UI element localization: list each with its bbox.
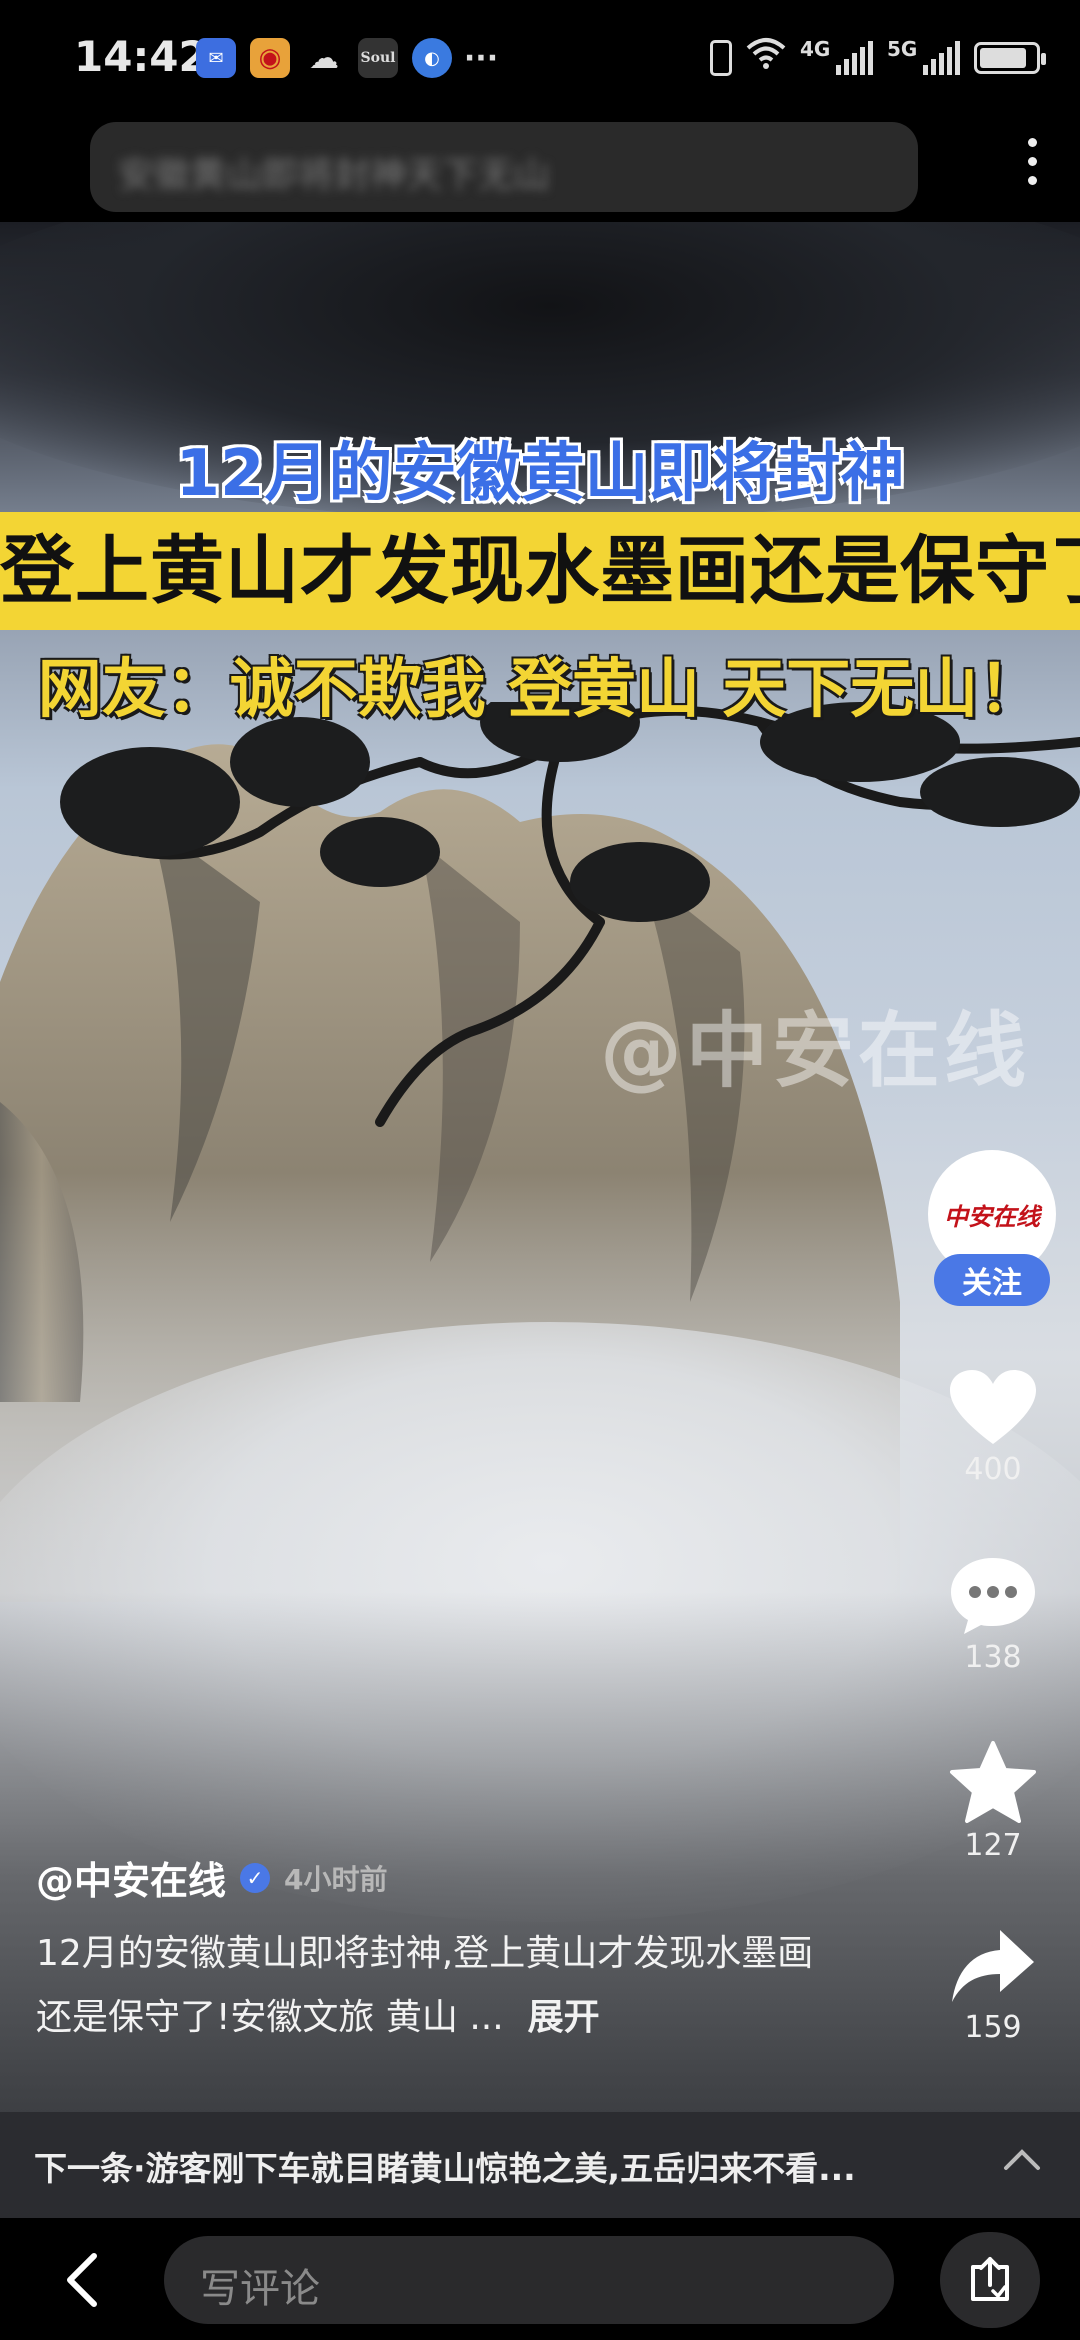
weibo-icon: ◉ <box>250 38 290 78</box>
more-notifications-icon: ··· <box>463 40 499 76</box>
share-out-button[interactable] <box>940 2232 1040 2328</box>
caption-line-2: 登上黄山才发现水墨画还是保守了 <box>0 512 1080 630</box>
favorite-count: 127 <box>964 1828 1022 1863</box>
author-name[interactable]: @中安在线 <box>36 1850 226 1905</box>
comment-action[interactable]: 138 <box>918 1554 1068 1675</box>
caption-line-1: 12月的安徽黄山即将封神 <box>175 437 905 511</box>
comment-placeholder: 写评论 <box>200 2266 320 2312</box>
battery-icon <box>974 41 1046 74</box>
follow-button[interactable]: 关注 <box>934 1254 1050 1306</box>
like-count: 400 <box>964 1452 1022 1487</box>
message-icon: ✉ <box>196 38 236 78</box>
top-bar: 安徽黄山即将封神天下无山 <box>0 120 1080 222</box>
video-watermark: @中安在线 <box>600 1004 1031 1099</box>
status-bar: 14:42 ✉ ◉ ☁ Soul ◐ ··· 4G 5G <box>0 0 1080 120</box>
bottom-bar: 写评论 <box>0 2218 1080 2340</box>
next-video-title: 下一条·游客刚下车就目睹黄山惊艳之美,五岳归来不看... <box>34 2149 856 2188</box>
comment-count: 138 <box>964 1640 1022 1675</box>
back-arrow-icon[interactable] <box>62 2252 102 2308</box>
signal-4g-icon: 4G <box>800 37 873 75</box>
wifi-icon <box>746 36 786 79</box>
post-description[interactable]: 12月的安徽黄山即将封神,登上黄山才发现水墨画还是保守了!安徽文旅 黄山 ...… <box>36 1922 836 2050</box>
post-time: 4小时前 <box>284 1862 388 1896</box>
comment-icon <box>951 1558 1035 1634</box>
signal-5g-icon: 5G <box>887 37 960 75</box>
star-icon <box>950 1741 1036 1823</box>
author-line: @中安在线 ✓ 4小时前 <box>36 1850 388 1905</box>
next-video-bar[interactable]: 下一条·游客刚下车就目睹黄山惊艳之美,五岳归来不看... <box>0 2112 1080 2218</box>
search-box[interactable]: 安徽黄山即将封神天下无山 <box>90 122 918 212</box>
avatar-logo-text: 中安在线 <box>944 1201 1040 1231</box>
export-icon <box>971 2257 1009 2301</box>
share-count: 159 <box>964 2010 1022 2045</box>
battery-level <box>980 47 1026 68</box>
browser-icon: ◐ <box>412 38 452 78</box>
favorite-action[interactable]: 127 <box>918 1740 1068 1863</box>
verified-badge-icon: ✓ <box>240 1862 271 1893</box>
wechat-icon: ☁ <box>309 40 339 76</box>
share-action[interactable]: 159 <box>918 1926 1068 2045</box>
vibrate-icon <box>710 39 732 76</box>
system-icons: 4G 5G <box>710 36 1046 79</box>
search-text: 安徽黄山即将封神天下无山 <box>118 155 551 196</box>
chevron-up-icon[interactable] <box>1002 2146 1042 2172</box>
share-arrow-icon <box>952 1930 1034 2002</box>
more-options-icon[interactable] <box>1022 138 1042 185</box>
soul-icon: Soul <box>358 38 398 78</box>
comment-input[interactable]: 写评论 <box>164 2236 894 2324</box>
description-text: 12月的安徽黄山即将封神,登上黄山才发现水墨画还是保守了!安徽文旅 黄山 ... <box>36 1933 814 2038</box>
expand-button[interactable]: 展开 <box>528 1997 600 2038</box>
heart-icon <box>950 1370 1036 1444</box>
notification-icons: ✉ ◉ ☁ Soul ◐ ··· <box>196 38 499 78</box>
caption-line-3: 网友：诚不欺我 登黄山 天下无山！ <box>37 653 1043 727</box>
status-time: 14:42 <box>74 32 208 81</box>
like-action[interactable]: 400 <box>918 1368 1068 1487</box>
